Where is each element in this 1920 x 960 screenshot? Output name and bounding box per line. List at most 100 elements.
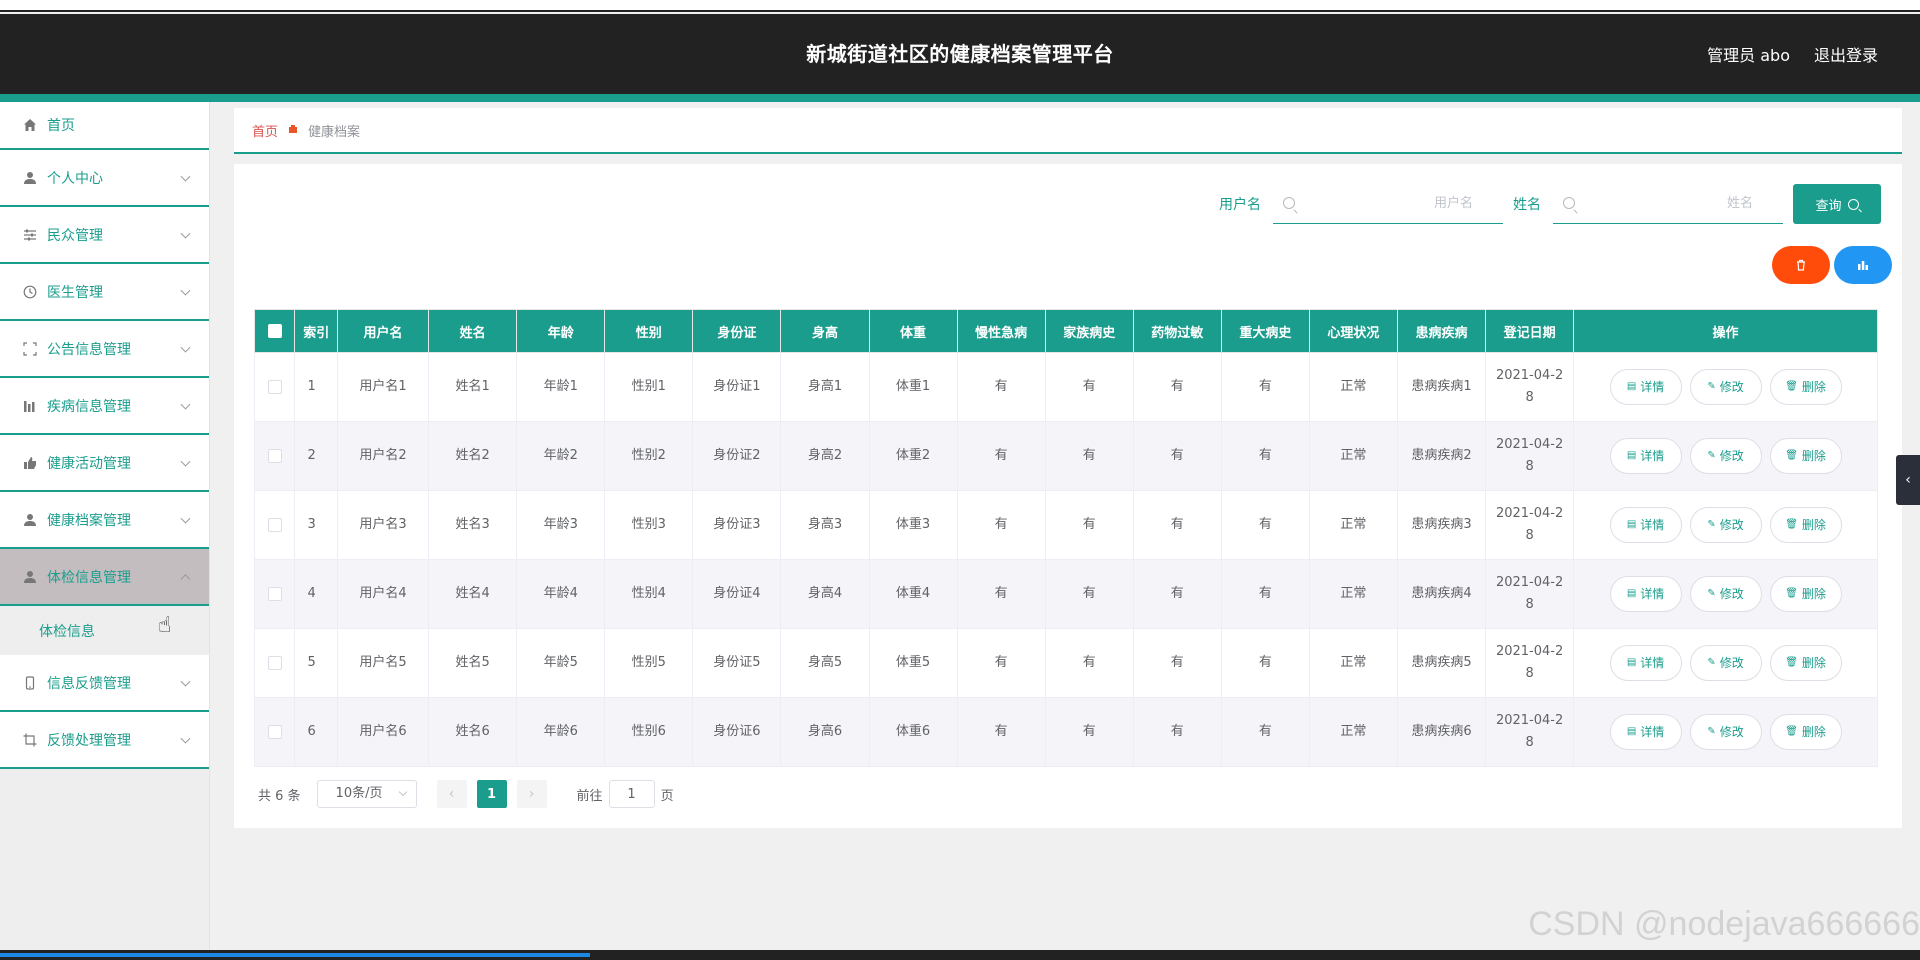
cell-gender: 性别5 [604, 628, 694, 698]
next-page-button[interactable]: › [516, 780, 547, 808]
delete-button-label: 删除 [1801, 656, 1826, 670]
detail-button[interactable]: ▤ 详情 [1609, 369, 1682, 405]
username-search-input[interactable] [1273, 184, 1503, 223]
row-checkbox[interactable] [267, 655, 282, 670]
cell-index: 2 [294, 421, 338, 491]
sidebar-item-feedback-processing[interactable]: 反馈处理管理 [0, 712, 209, 769]
sidebar-item-doctor-management[interactable]: 医生管理 [0, 264, 209, 321]
breadcrumb-home[interactable]: 首页 [252, 121, 278, 140]
row-checkbox[interactable] [267, 724, 282, 739]
sidebar-item-personal-center[interactable]: 个人中心 [0, 150, 209, 207]
cell-major: 有 [1220, 697, 1310, 767]
crop-icon [22, 732, 38, 748]
sidebar-item-feedback-management[interactable]: 信息反馈管理 [0, 655, 209, 712]
cell-chronic: 有 [956, 628, 1046, 698]
delete-button-label: 删除 [1801, 587, 1826, 601]
delete-button[interactable]: 🗑 删除 [1769, 576, 1842, 612]
thumb-up-icon [22, 455, 38, 471]
cell-disease: 患病疾病2 [1396, 421, 1487, 491]
detail-button[interactable]: ▤ 详情 [1609, 507, 1682, 543]
cell-date: 2021-04-28 [1485, 559, 1575, 629]
detail-button[interactable]: ▤ 详情 [1609, 576, 1682, 612]
video-progress-bar[interactable] [0, 953, 590, 957]
cell-mental: 正常 [1308, 490, 1398, 560]
goto-page-input[interactable] [608, 780, 655, 808]
sidebar-item-activity-management[interactable]: 健康活动管理 [0, 435, 209, 492]
search-icon [1563, 197, 1575, 209]
search-icon [1847, 198, 1859, 210]
cell-username: 用户名3 [336, 490, 430, 560]
sidebar-subitem-checkup-info[interactable]: 体检信息 [0, 606, 209, 655]
sidebar-item-label: 医生管理 [47, 284, 103, 301]
edit-button[interactable]: ✎ 修改 [1689, 438, 1762, 474]
delete-button[interactable]: 🗑 删除 [1769, 369, 1842, 405]
admin-label[interactable]: 管理员 abo [1707, 42, 1790, 66]
sidebar-item-health-record-management[interactable]: 健康档案管理 [0, 492, 209, 549]
sidebar-item-home[interactable]: 首页 [0, 102, 209, 150]
batch-delete-button[interactable] [1772, 246, 1830, 284]
chevron-down-icon [180, 228, 191, 239]
edit-button[interactable]: ✎ 修改 [1689, 576, 1762, 612]
table-header-row: 索引 用户名 姓名 年龄 性别 身份证 身高 体重 慢性急病 家族病史 药物过敏… [253, 309, 1878, 353]
chevron-right-icon: › [528, 786, 535, 802]
sidebar-item-checkup-management[interactable]: 体检信息管理 [0, 549, 209, 606]
statistics-chart-button[interactable] [1834, 246, 1892, 284]
edit-button[interactable]: ✎ 修改 [1689, 507, 1762, 543]
query-button[interactable]: 查询 [1793, 184, 1881, 224]
select-all-checkbox[interactable] [267, 324, 282, 338]
chevron-down-icon [180, 285, 191, 296]
pagination: 共 6 条 10条/页 ‹ 1 › 前往 页 [258, 780, 674, 808]
row-actions-cell: ▤ 详情 ✎ 修改 🗑 删除 [1573, 628, 1878, 698]
row-select-cell [253, 352, 296, 422]
edit-icon: ✎ [1707, 519, 1716, 530]
sidebar-item-citizen-management[interactable]: 民众管理 [0, 207, 209, 264]
table-row: 3 用户名3 姓名3 年龄3 性别3 身份证3 身高3 体重3 有有有有正常 患病疾病3 2021-… [253, 490, 1878, 560]
row-actions-cell: ▤ 详情 ✎ 修改 🗑 删除 [1573, 697, 1878, 767]
cell-username: 用户名2 [336, 421, 430, 491]
cell-major: 有 [1220, 490, 1310, 560]
row-checkbox[interactable] [267, 586, 282, 601]
sidebar-item-disease-management[interactable]: 疾病信息管理 [0, 378, 209, 435]
trash-icon: 🗑 [1785, 519, 1798, 530]
page-size-value: 10条/页 [335, 786, 383, 801]
page-number-button[interactable]: 1 [476, 780, 507, 808]
detail-button[interactable]: ▤ 详情 [1609, 714, 1682, 750]
edit-button[interactable]: ✎ 修改 [1689, 645, 1762, 681]
detail-button[interactable]: ▤ 详情 [1609, 645, 1682, 681]
sidebar-item-announcement-management[interactable]: 公告信息管理 [0, 321, 209, 378]
cell-weight: 体重2 [868, 421, 958, 491]
cell-username: 用户名6 [336, 697, 430, 767]
row-checkbox[interactable] [267, 379, 282, 394]
row-actions-cell: ▤ 详情 ✎ 修改 🗑 删除 [1573, 421, 1878, 491]
delete-button[interactable]: 🗑 删除 [1769, 645, 1842, 681]
page-size-select[interactable]: 10条/页 [316, 780, 417, 808]
edit-button[interactable]: ✎ 修改 [1689, 369, 1762, 405]
row-select-cell [253, 490, 296, 560]
side-collapse-tab[interactable]: ‹ [1896, 455, 1920, 505]
row-checkbox[interactable] [267, 517, 282, 532]
name-search-input[interactable] [1553, 184, 1783, 223]
cell-height: 身高5 [780, 628, 870, 698]
row-select-cell [253, 628, 296, 698]
cell-height: 身高4 [780, 559, 870, 629]
bar-chart-icon [22, 398, 38, 414]
edit-button[interactable]: ✎ 修改 [1689, 714, 1762, 750]
cell-id-card: 身份证4 [692, 559, 782, 629]
delete-button[interactable]: 🗑 删除 [1769, 438, 1842, 474]
action-row [1772, 246, 1892, 284]
sidebar: 首页 个人中心 民众管理 医生管理 公告信息管理 疾病信息管理 健康活动管理 健… [0, 102, 210, 960]
detail-button[interactable]: ▤ 详情 [1609, 438, 1682, 474]
column-header: 慢性急病 [956, 309, 1046, 353]
logout-link[interactable]: 退出登录 [1814, 42, 1878, 66]
cell-weight: 体重5 [868, 628, 958, 698]
search-row: 用户名 姓名 查询 [1219, 184, 1881, 224]
prev-page-button[interactable]: ‹ [436, 780, 467, 808]
row-checkbox[interactable] [267, 448, 282, 463]
cell-chronic: 有 [956, 421, 1046, 491]
cell-weight: 体重3 [868, 490, 958, 560]
cell-username: 用户名1 [336, 352, 430, 422]
delete-button[interactable]: 🗑 删除 [1769, 714, 1842, 750]
trash-icon: 🗑 [1785, 726, 1798, 737]
delete-button[interactable]: 🗑 删除 [1769, 507, 1842, 543]
cell-id-card: 身份证6 [692, 697, 782, 767]
